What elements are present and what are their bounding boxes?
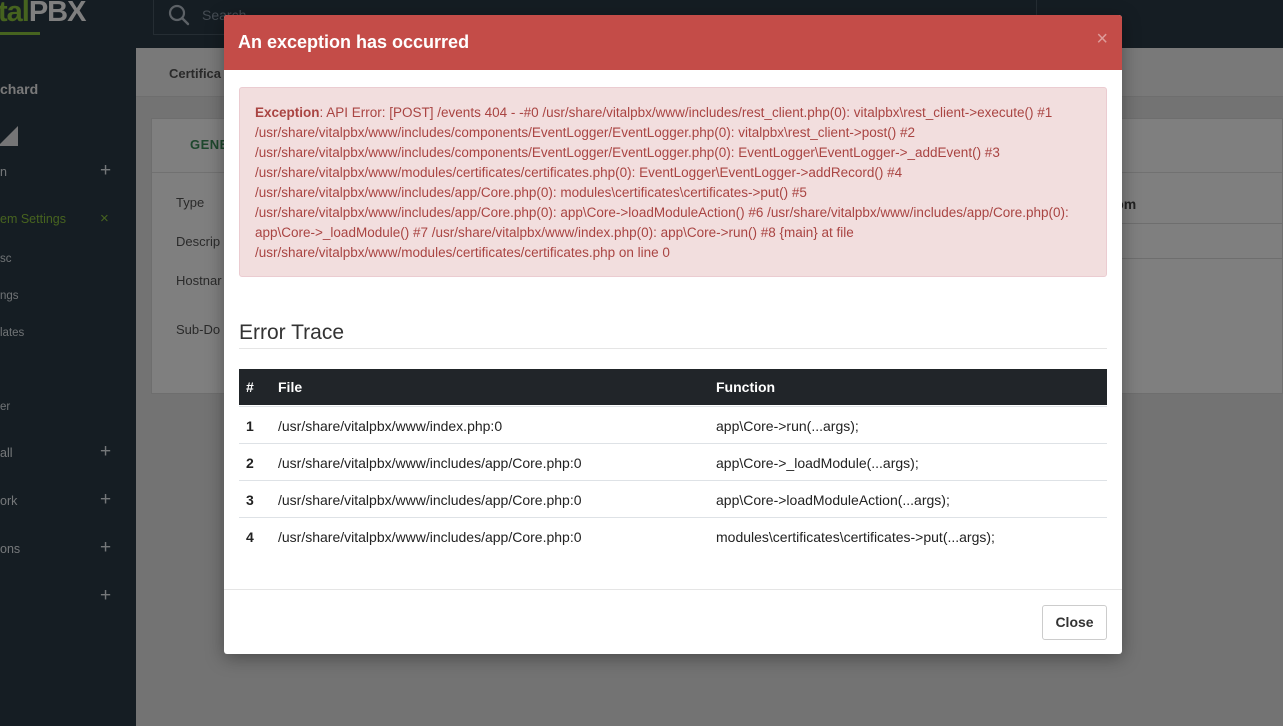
trace-table-header: # File Function	[239, 369, 1107, 405]
dialog-title: An exception has occurred	[238, 32, 470, 52]
row-function: app\Core->run(...args);	[716, 418, 859, 434]
table-row: 2 /usr/share/vitalpbx/www/includes/app/C…	[239, 443, 1107, 480]
column-header-number: #	[246, 379, 254, 395]
row-function: app\Core->loadModuleAction(...args);	[716, 492, 950, 508]
exception-dialog: An exception has occurred × Exception: A…	[224, 15, 1122, 654]
row-file: /usr/share/vitalpbx/www/includes/app/Cor…	[278, 529, 582, 545]
row-function: modules\certificates\certificates->put(.…	[716, 529, 995, 545]
row-file: /usr/share/vitalpbx/www/includes/app/Cor…	[278, 492, 582, 508]
row-number: 1	[246, 418, 254, 434]
divider	[239, 348, 1107, 349]
row-number: 3	[246, 492, 254, 508]
error-trace-heading: Error Trace	[239, 321, 345, 344]
table-row: 1 /usr/share/vitalpbx/www/index.php:0 ap…	[239, 406, 1107, 443]
table-row: 3 /usr/share/vitalpbx/www/includes/app/C…	[239, 480, 1107, 517]
row-function: app\Core->_loadModule(...args);	[716, 455, 919, 471]
close-button[interactable]: Close	[1042, 605, 1107, 640]
table-row: 4 /usr/share/vitalpbx/www/includes/app/C…	[239, 517, 1107, 554]
row-number: 4	[246, 529, 254, 545]
column-header-file: File	[278, 379, 303, 395]
exception-label: Exception	[255, 105, 320, 120]
dialog-footer-divider	[224, 589, 1122, 590]
column-header-function: Function	[716, 379, 776, 395]
dialog-header: An exception has occurred ×	[224, 15, 1122, 70]
row-file: /usr/share/vitalpbx/www/includes/app/Cor…	[278, 455, 582, 471]
exception-message: : API Error: [POST] /events 404 - -#0 /u…	[255, 105, 1069, 260]
row-number: 2	[246, 455, 254, 471]
row-file: /usr/share/vitalpbx/www/index.php:0	[278, 418, 503, 434]
close-icon[interactable]: ×	[1096, 29, 1108, 49]
exception-alert: Exception: API Error: [POST] /events 404…	[239, 87, 1107, 277]
